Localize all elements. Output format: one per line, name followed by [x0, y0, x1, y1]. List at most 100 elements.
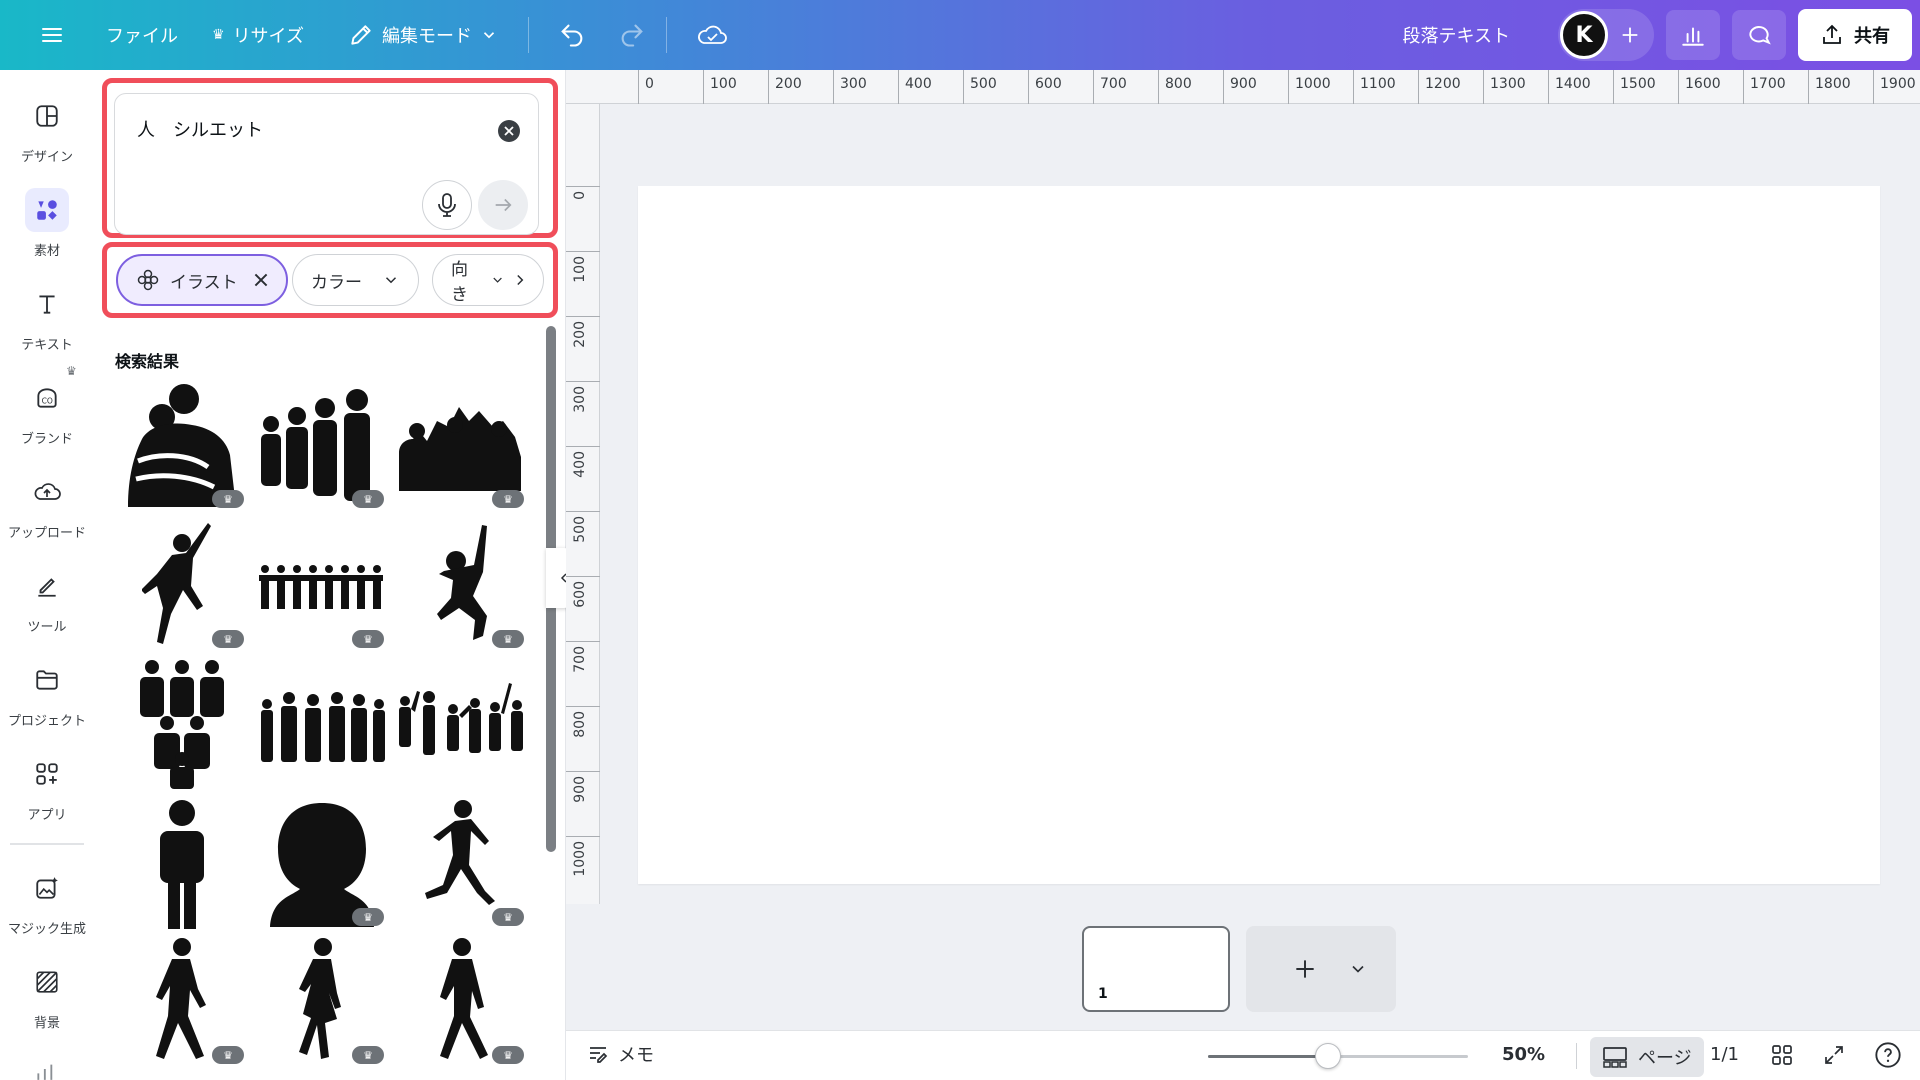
resize-label: リサイズ	[232, 26, 305, 47]
cloud-save-status[interactable]	[684, 12, 740, 58]
ruler-tick-label: 200	[572, 321, 588, 348]
result-item-group-figures-silhouette[interactable]: ♛	[254, 380, 390, 512]
avatar-initial: K	[1575, 22, 1593, 48]
filter-chip-illustration[interactable]: イラスト	[116, 254, 288, 306]
rail-item-design[interactable]: デザイン	[0, 94, 94, 180]
crown-icon: ♛	[212, 27, 225, 43]
menu-button[interactable]	[28, 12, 76, 58]
filter-chip-label: イラスト	[170, 272, 238, 293]
search-input[interactable]: 人 シルエット	[137, 116, 263, 142]
result-item-walking-man-silhouette[interactable]: ♛	[114, 936, 250, 1068]
result-item-business-group-silhouette	[254, 658, 390, 790]
ruler-tick: 1100	[1353, 70, 1396, 104]
rail-item-brand[interactable]: CO ブランド	[0, 376, 94, 462]
result-item-walking-businesswoman-silhouette[interactable]: ♛	[394, 936, 530, 1068]
result-item-cheering-crowd-silhouette[interactable]: ♛	[394, 380, 530, 512]
ruler-tick: 300	[833, 70, 867, 104]
flower-icon	[137, 269, 159, 291]
text-type-indicator[interactable]: 段落テキスト	[1391, 12, 1522, 58]
result-item-hugging-couple-silhouette[interactable]: ♛	[114, 380, 250, 512]
premium-crown-badge: ♛	[352, 1046, 384, 1064]
share-button[interactable]: 共有	[1798, 9, 1912, 61]
rail-item-background[interactable]: 背景	[0, 960, 94, 1046]
avatar[interactable]: K	[1560, 11, 1608, 59]
background-icon	[25, 960, 69, 1004]
add-page-button[interactable]	[1246, 926, 1396, 1012]
notes-button[interactable]: メモ	[586, 1041, 654, 1067]
fullscreen-button[interactable]	[1822, 1043, 1846, 1072]
comments-button[interactable]	[1732, 10, 1786, 60]
horizontal-ruler: 0 100 200 300 400 500 600 700 800 900 1000 1100 1200…	[566, 70, 1920, 104]
hamburger-menu-icon	[42, 28, 62, 42]
grid-view-icon	[1772, 1045, 1792, 1065]
expand-icon	[1825, 1046, 1843, 1064]
help-button[interactable]	[1874, 1041, 1902, 1074]
rail-label: アップロード	[7, 526, 86, 541]
rail-label: テキスト	[21, 338, 73, 353]
ruler-tick-label: 1000	[572, 841, 588, 877]
edit-mode-dropdown[interactable]: 編集モード	[336, 12, 510, 58]
ruler-tick-label: 900	[572, 776, 588, 803]
chevron-down-icon[interactable]	[1348, 959, 1368, 979]
notes-icon	[590, 1047, 608, 1063]
result-item-holding-hands-row-silhouette[interactable]: ♛	[254, 520, 390, 652]
share-label: 共有	[1854, 26, 1890, 47]
ruler-tick: 1400	[1548, 70, 1591, 104]
chevron-down-icon	[483, 32, 495, 39]
close-icon[interactable]	[254, 273, 268, 287]
rail-item-uploads[interactable]: アップロード	[0, 470, 94, 556]
page-layout-icon	[1603, 1047, 1627, 1068]
page-thumbnail[interactable]: 1	[1082, 926, 1230, 1012]
result-item-walking-woman-silhouette[interactable]: ♛	[254, 936, 390, 1068]
collaborators-group: K	[1558, 9, 1654, 61]
redo-button[interactable]	[606, 12, 658, 58]
chevron-down-icon	[385, 277, 397, 284]
zoom-level-label[interactable]: 50%	[1502, 1044, 1545, 1065]
resize-button[interactable]: ♛ リサイズ	[200, 12, 316, 58]
design-canvas-page[interactable]	[638, 186, 1880, 884]
result-item-jumping-man-silhouette[interactable]: ♛	[114, 520, 250, 652]
page-view-label: ページ	[1638, 1048, 1692, 1069]
insights-button[interactable]	[1666, 10, 1720, 60]
result-item-running-businessman-silhouette[interactable]: ♛	[394, 798, 530, 930]
comment-icon	[1749, 26, 1771, 45]
apps-icon	[25, 752, 69, 796]
page-count-label[interactable]: 1/1	[1710, 1044, 1739, 1065]
zoom-slider-thumb[interactable]	[1314, 1043, 1341, 1069]
rail-label: プロジェクト	[7, 714, 86, 729]
rail-item-projects[interactable]: プロジェクト	[0, 658, 94, 744]
premium-crown-badge: ♛	[212, 1046, 244, 1064]
search-field[interactable]: 人 シルエット	[114, 93, 539, 235]
filter-chip-orientation[interactable]: 向き	[432, 254, 544, 306]
rail-item-apps[interactable]: アプリ	[0, 752, 94, 838]
rail-item-magic-media[interactable]: マジック生成	[0, 866, 94, 952]
cloud-check-icon	[698, 25, 727, 44]
result-item-jumping-woman-silhouette[interactable]: ♛	[394, 520, 530, 652]
ruler-tick: 500	[566, 511, 600, 543]
submit-search-button[interactable]	[478, 180, 528, 230]
premium-crown-badge: ♛	[352, 630, 384, 648]
rail-label: マジック生成	[7, 922, 86, 937]
result-item-team-icon-silhouette	[114, 658, 250, 790]
page-view-button[interactable]: ページ	[1590, 1037, 1704, 1077]
rail-item-text[interactable]: テキスト	[0, 282, 94, 368]
voice-search-button[interactable]	[422, 180, 472, 230]
rail-item-tools[interactable]: ツール	[0, 564, 94, 650]
clear-search-button[interactable]	[498, 120, 520, 142]
ruler-tick: 400	[566, 446, 600, 478]
ruler-tick: 700	[566, 641, 600, 673]
rail-item-elements[interactable]: 素材	[0, 188, 94, 274]
ruler-tick-label: 700	[572, 646, 588, 673]
add-collaborator-button[interactable]	[1614, 19, 1646, 51]
result-item-head-bust-silhouette[interactable]: ♛	[254, 798, 390, 930]
file-menu-button[interactable]: ファイル	[94, 12, 190, 58]
undo-button[interactable]	[546, 12, 598, 58]
filter-chip-color[interactable]: カラー	[292, 254, 419, 306]
svg-text:CO: CO	[42, 396, 53, 405]
ruler-tick-label: 400	[572, 451, 588, 478]
zoom-slider[interactable]	[1208, 1043, 1468, 1069]
microphone-icon	[438, 193, 456, 217]
grid-view-button[interactable]	[1770, 1043, 1794, 1072]
chevron-right-icon[interactable]	[515, 271, 525, 289]
more-rail-icon[interactable]	[34, 1058, 60, 1080]
